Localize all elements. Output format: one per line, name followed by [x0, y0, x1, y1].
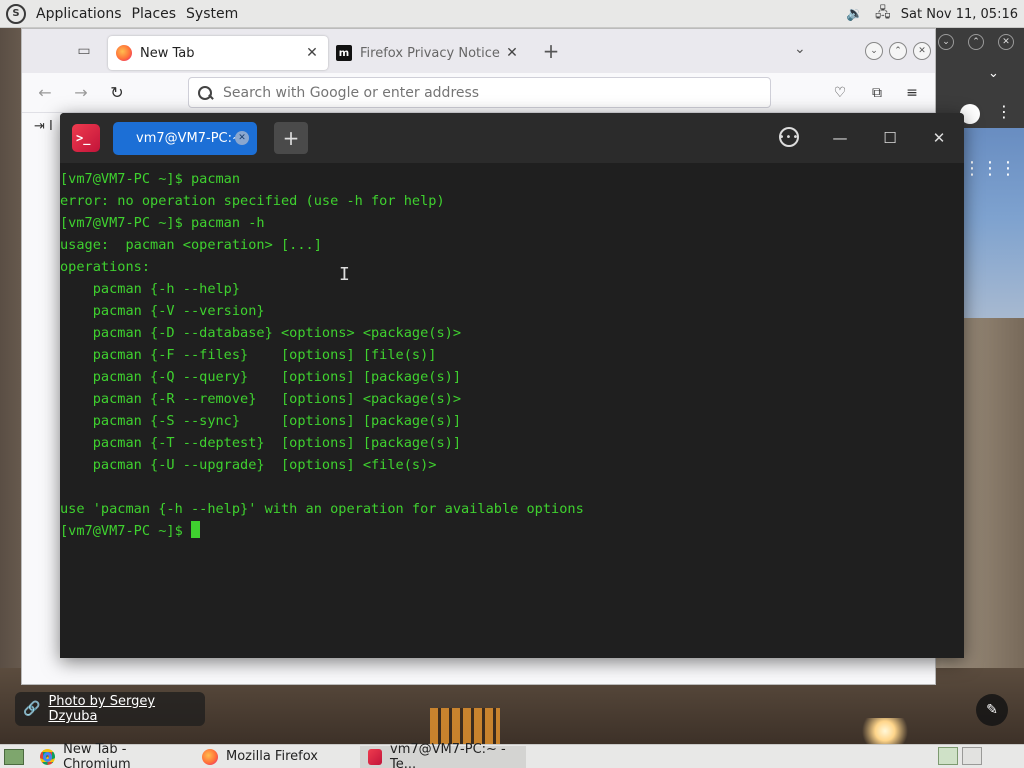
- firefox-view-icon[interactable]: ▭: [64, 36, 104, 66]
- terminal-line: pacman {-D --database} <options> <packag…: [60, 325, 462, 341]
- firefox-maximize-icon[interactable]: ⌃: [889, 42, 907, 60]
- extensions-icon[interactable]: ⧉: [867, 83, 887, 103]
- terminal-line: pacman {-F --files} [options] [file(s)]: [60, 347, 437, 363]
- list-all-tabs-icon[interactable]: ⌄: [794, 41, 806, 57]
- chromium-icon: [40, 748, 56, 765]
- link-icon: 🔗: [23, 701, 41, 717]
- minimize-icon[interactable]: —: [829, 127, 851, 149]
- search-icon: [197, 85, 213, 101]
- new-terminal-tab-button[interactable]: +: [274, 122, 308, 154]
- places-menu[interactable]: Places: [128, 6, 181, 22]
- firefox-nav-bar: ← → ↻ ♡ ⧉ ≡: [22, 73, 935, 113]
- taskbar-item-label: New Tab - Chromium: [63, 741, 131, 768]
- workspace-1[interactable]: [938, 747, 958, 765]
- terminal-line: [vm7@VM7-PC ~]$ pacman -h: [60, 215, 265, 231]
- workspace-2[interactable]: [962, 747, 982, 765]
- close-tab-icon[interactable]: ✕: [235, 131, 249, 145]
- terminal-menu-icon[interactable]: •••: [779, 127, 799, 147]
- terminal-line: pacman {-R --remove} [options] <package(…: [60, 391, 462, 407]
- wallpaper-window-glow: [430, 708, 500, 744]
- mozilla-icon: m: [336, 45, 352, 61]
- taskbar-item-label: Mozilla Firefox: [226, 749, 318, 764]
- chromium-tab-search-icon[interactable]: ⌄: [988, 66, 999, 81]
- pocket-icon[interactable]: ♡: [830, 83, 850, 103]
- terminal-line: pacman {-V --version}: [60, 303, 265, 319]
- top-panel: S Applications Places System 🔉 🖧 Sat Nov…: [0, 0, 1024, 28]
- chromium-maximize-icon[interactable]: ⌃: [968, 34, 984, 50]
- tab-new-tab[interactable]: New Tab ✕: [108, 36, 328, 70]
- address-input[interactable]: [223, 84, 743, 101]
- firefox-minimize-icon[interactable]: ⌄: [865, 42, 883, 60]
- terminal-line: use 'pacman {-h --help}' with an operati…: [60, 501, 584, 517]
- import-bookmarks-button[interactable]: ⇥ I: [34, 119, 53, 134]
- taskbar-item-firefox[interactable]: Mozilla Firefox: [194, 746, 360, 768]
- close-tab-icon[interactable]: ✕: [504, 45, 520, 61]
- address-bar[interactable]: [188, 77, 771, 108]
- taskbar-item-label: vm7@VM7-PC:~ - Te...: [390, 741, 506, 768]
- system-menu[interactable]: System: [182, 6, 242, 22]
- firefox-close-icon[interactable]: ✕: [913, 42, 931, 60]
- bottom-taskbar: New Tab - Chromium Mozilla Firefox vm7@V…: [0, 742, 1024, 768]
- terminal-line: pacman {-S --sync} [options] [package(s)…: [60, 413, 462, 429]
- system-tray: 🔉 🖧 Sat Nov 11, 05:16: [845, 0, 1024, 28]
- new-tab-button[interactable]: +: [536, 36, 566, 66]
- terminal-line: operations:: [60, 259, 151, 275]
- terminal-app-icon: >_: [72, 124, 100, 152]
- terminal-line: usage: pacman <operation> [...]: [60, 237, 322, 253]
- firefox-tab-bar: ▭ New Tab ✕ m Firefox Privacy Notice — M…: [22, 29, 935, 73]
- terminal-line: pacman {-U --upgrade} [options] <file(s)…: [60, 457, 437, 473]
- terminal-header-bar[interactable]: >_ vm7@VM7-PC:~ ✕ + ••• — ☐ ✕: [60, 113, 964, 163]
- firefox-icon: [202, 748, 218, 765]
- back-arrow-icon[interactable]: ←: [27, 78, 63, 108]
- terminal-line: pacman {-T --deptest} [options] [package…: [60, 435, 462, 451]
- terminal-prompt-line[interactable]: [vm7@VM7-PC ~]$: [60, 520, 964, 542]
- reload-icon[interactable]: ↻: [99, 78, 135, 108]
- terminal-tab[interactable]: vm7@VM7-PC:~ ✕: [113, 122, 257, 155]
- photo-credit-text: Photo by Sergey Dzyuba: [48, 694, 156, 724]
- wallpaper-lamp-glow: [855, 718, 915, 744]
- show-desktop-icon[interactable]: [4, 748, 24, 765]
- distro-logo-icon[interactable]: S: [6, 3, 26, 24]
- chromium-close-icon[interactable]: ✕: [998, 34, 1014, 50]
- taskbar-item-terminal[interactable]: vm7@VM7-PC:~ - Te...: [360, 742, 526, 768]
- terminal-line: error: no operation specified (use -h fo…: [60, 193, 445, 209]
- tab-privacy-notice[interactable]: m Firefox Privacy Notice — M ✕: [328, 36, 528, 70]
- import-label: I: [49, 119, 53, 134]
- apps-grid-icon[interactable]: ⋮⋮⋮: [963, 158, 1017, 179]
- terminal-line: [vm7@VM7-PC ~]$ pacman: [60, 171, 241, 187]
- terminal-icon: [368, 748, 383, 765]
- terminal-prompt: [vm7@VM7-PC ~]$: [60, 523, 191, 539]
- photo-credit-link[interactable]: 🔗 Photo by Sergey Dzyuba: [15, 692, 205, 726]
- volume-icon[interactable]: 🔉: [845, 5, 865, 23]
- maximize-icon[interactable]: ☐: [879, 127, 901, 149]
- tab-label: New Tab: [140, 45, 195, 61]
- clock[interactable]: Sat Nov 11, 05:16: [901, 7, 1018, 22]
- terminal-line: pacman {-h --help}: [60, 281, 241, 297]
- close-icon[interactable]: ✕: [928, 127, 950, 149]
- applications-menu[interactable]: Applications: [32, 6, 126, 22]
- network-icon[interactable]: 🖧: [873, 5, 893, 23]
- firefox-icon: [116, 45, 132, 61]
- taskbar-item-chromium[interactable]: New Tab - Chromium: [32, 742, 194, 768]
- tab-label: Firefox Privacy Notice — M: [360, 45, 504, 61]
- hamburger-menu-icon[interactable]: ≡: [902, 83, 922, 103]
- mouse-ibeam-cursor-icon: I: [339, 264, 350, 285]
- terminal-cursor: [190, 521, 200, 538]
- chromium-minimize-icon[interactable]: ⌄: [938, 34, 954, 50]
- terminal-line: pacman {-Q --query} [options] [package(s…: [60, 369, 462, 385]
- terminal-output[interactable]: [vm7@VM7-PC ~]$ pacman error: no operati…: [60, 168, 964, 542]
- close-tab-icon[interactable]: ✕: [304, 45, 320, 61]
- forward-arrow-icon[interactable]: →: [63, 78, 99, 108]
- edit-pencil-icon[interactable]: ✎: [976, 694, 1008, 726]
- terminal-window[interactable]: >_ vm7@VM7-PC:~ ✕ + ••• — ☐ ✕ [vm7@VM7-P…: [60, 113, 964, 658]
- chromium-menu-icon[interactable]: ⋮: [996, 102, 1012, 121]
- terminal-tab-label: vm7@VM7-PC:~: [136, 131, 243, 146]
